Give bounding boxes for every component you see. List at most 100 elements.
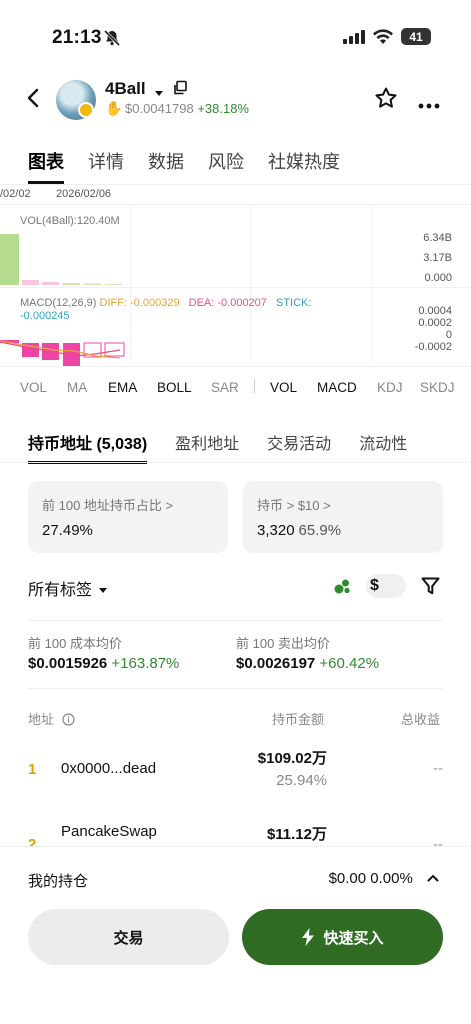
indicator-sar[interactable]: SAR bbox=[211, 380, 239, 395]
token-change: +38.18% bbox=[197, 101, 249, 116]
macd-axis-1: 0.0004 bbox=[418, 305, 452, 317]
row-amount: $11.12万 bbox=[266, 826, 327, 843]
volume-bar bbox=[42, 282, 59, 285]
chevron-up-icon[interactable] bbox=[427, 874, 439, 882]
card-value: 27.49% bbox=[42, 522, 93, 539]
battery-icon: 41 bbox=[401, 28, 431, 45]
status-time: 21:13 bbox=[52, 27, 102, 48]
my-position-label: 我的持仓 bbox=[28, 873, 89, 890]
tab-chart[interactable]: 图表 bbox=[28, 148, 64, 184]
currency-toggle[interactable]: $ bbox=[366, 574, 406, 598]
bubble-map-icon[interactable] bbox=[333, 577, 351, 600]
volume-bar bbox=[84, 283, 101, 285]
tag-filter-dropdown[interactable]: 所有标签 bbox=[28, 576, 108, 600]
token-price-line: $0.0041798 +38.18% bbox=[125, 101, 249, 116]
quick-buy-button[interactable]: 快速买入 bbox=[242, 909, 443, 965]
indicator-vol-main[interactable]: VOL bbox=[20, 380, 47, 395]
lightning-icon bbox=[302, 928, 315, 946]
avg-cost-value: $0.0015926 +163.87% bbox=[28, 655, 180, 672]
signal-icon bbox=[343, 29, 365, 44]
avg-cost-change: +163.87% bbox=[111, 655, 180, 672]
row-percent: 25.94% bbox=[276, 772, 327, 789]
caret-down-icon bbox=[99, 588, 108, 593]
vol-macd-divider bbox=[0, 287, 471, 288]
avg-sell-title: 前 100 卖出均价 bbox=[236, 636, 330, 651]
tab-trade-activity[interactable]: 交易活动 bbox=[267, 430, 331, 464]
column-header-profit: 总收益 bbox=[401, 712, 441, 727]
dea-label: DEA: -0.000207 bbox=[188, 297, 267, 309]
table-row[interactable]: 1 0x0000...dead $109.02万 25.94% -- bbox=[0, 740, 471, 800]
tab-liquidity[interactable]: 流动性 bbox=[359, 430, 407, 464]
volume-bar bbox=[63, 283, 80, 285]
holder-tabs: 持币地址 (5,038) 盈利地址 交易活动 流动性 bbox=[28, 430, 435, 464]
card-title: 前 100 地址持币占比 > bbox=[42, 498, 174, 513]
chain-badge-icon bbox=[78, 102, 94, 118]
diff-label: DIFF: -0.000329 bbox=[99, 297, 180, 309]
macd-labels: MACD(12,26,9) DIFF: -0.000329 DEA: -0.00… bbox=[20, 296, 340, 310]
indicator-row: VOL MA EMA BOLL SAR VOL MACD KDJ SKDJ bbox=[0, 377, 471, 397]
indicator-vol-sub[interactable]: VOL bbox=[270, 380, 297, 395]
tag-filter-label: 所有标签 bbox=[28, 582, 93, 599]
tab-holders[interactable]: 持币地址 (5,038) bbox=[28, 430, 148, 464]
tab-data[interactable]: 数据 bbox=[148, 148, 184, 184]
indicator-skdj[interactable]: SKDJ bbox=[420, 380, 455, 395]
subtabs-divider bbox=[0, 462, 471, 463]
vol-axis-zero: 0.000 bbox=[424, 272, 452, 284]
column-header-address: 地址 bbox=[28, 709, 75, 728]
grid-vline bbox=[372, 204, 373, 362]
indicator-boll[interactable]: BOLL bbox=[157, 380, 192, 395]
tab-social[interactable]: 社媒热度 bbox=[268, 148, 340, 184]
currency-symbol: $ bbox=[370, 577, 379, 594]
card-value: 3,320 65.9% bbox=[257, 522, 342, 539]
volume-bar bbox=[22, 280, 39, 285]
copy-icon[interactable] bbox=[172, 80, 188, 101]
volume-bar bbox=[105, 284, 122, 285]
macd-bar bbox=[104, 342, 125, 357]
mute-icon bbox=[103, 29, 121, 52]
indicator-ema[interactable]: EMA bbox=[108, 380, 137, 395]
macd-axis-3: 0 bbox=[445, 329, 452, 341]
tab-details[interactable]: 详情 bbox=[88, 148, 124, 184]
vol-axis-top: 6.34B bbox=[423, 232, 452, 244]
filter-icon[interactable] bbox=[421, 577, 440, 600]
date-label-left: /02/02 bbox=[0, 188, 31, 200]
chart-bottom-line bbox=[0, 366, 471, 367]
star-icon[interactable] bbox=[374, 86, 398, 115]
quick-buy-label: 快速买入 bbox=[323, 929, 384, 947]
row-rank: 2 bbox=[28, 836, 37, 846]
grid-vline bbox=[250, 204, 251, 362]
avg-sell-change: +60.42% bbox=[319, 655, 380, 672]
avg-divider bbox=[28, 688, 443, 689]
token-name: 4Ball bbox=[105, 79, 146, 98]
info-icon[interactable] bbox=[62, 713, 75, 726]
tab-profit-addresses[interactable]: 盈利地址 bbox=[175, 430, 239, 464]
row-profit: -- bbox=[433, 836, 443, 846]
card-title: 持币 > $10 > bbox=[257, 498, 331, 513]
chart-top-line bbox=[0, 204, 471, 205]
row-rank: 1 bbox=[28, 761, 37, 778]
table-row[interactable]: 2 PancakeSwap $11.12万 -- bbox=[0, 820, 471, 846]
stick-label: STICK: bbox=[275, 297, 312, 309]
vol-label: VOL(4Ball):120.40M bbox=[20, 215, 120, 227]
top100-share-card[interactable]: 前 100 地址持币占比 > 27.49% bbox=[28, 481, 228, 553]
row-amount: $109.02万 bbox=[257, 750, 327, 767]
macd-axis-2: 0.0002 bbox=[418, 317, 452, 329]
trade-button[interactable]: 交易 bbox=[28, 909, 229, 965]
tab-risk[interactable]: 风险 bbox=[208, 148, 244, 184]
row-profit: -- bbox=[433, 760, 443, 777]
back-icon[interactable] bbox=[26, 88, 40, 113]
wifi-icon bbox=[373, 29, 393, 44]
macd-axis-4: -0.0002 bbox=[414, 341, 452, 353]
more-icon[interactable] bbox=[418, 96, 440, 114]
filter-divider bbox=[28, 620, 443, 621]
indicator-kdj[interactable]: KDJ bbox=[377, 380, 403, 395]
indicator-ma[interactable]: MA bbox=[67, 380, 87, 395]
row-address: 0x0000...dead bbox=[61, 760, 157, 777]
indicator-macd[interactable]: MACD bbox=[317, 380, 357, 395]
status-icons: 41 bbox=[343, 28, 431, 45]
row-address: PancakeSwap bbox=[61, 823, 157, 840]
stick-value: -0.000245 bbox=[20, 310, 70, 322]
volume-bar bbox=[0, 234, 19, 285]
main-tabs: 图表 详情 数据 风险 社媒热度 bbox=[28, 148, 364, 184]
holders-over-10-card[interactable]: 持币 > $10 > 3,320 65.9% bbox=[243, 481, 443, 553]
